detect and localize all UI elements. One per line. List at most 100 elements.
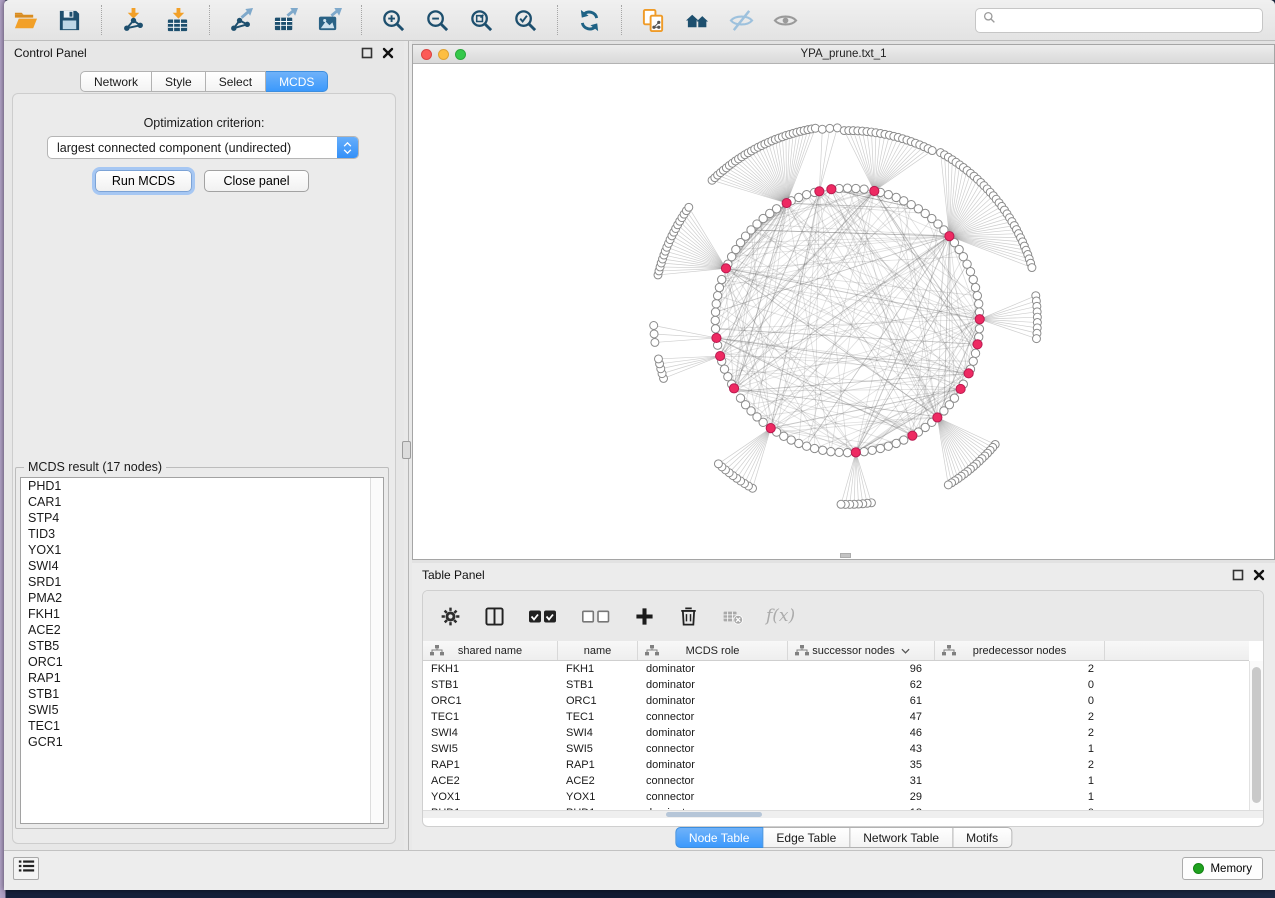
table-header-row: shared namenameMCDS rolesuccessor nodesp… (423, 641, 1249, 661)
show-panels-button[interactable] (13, 857, 39, 880)
tab-mcds[interactable]: MCDS (266, 71, 328, 92)
zoom-out-icon[interactable] (424, 7, 451, 34)
result-scrollbar[interactable] (370, 478, 383, 823)
first-neighbors-icon[interactable] (684, 7, 711, 34)
table-vscrollbar[interactable] (1249, 661, 1263, 810)
table-row[interactable]: SWI4SWI4dominator462 (423, 725, 1249, 741)
column-header-shared-name[interactable]: shared name (423, 641, 558, 660)
table-panel-tabs: Node TableEdge TableNetwork TableMotifs (675, 827, 1012, 848)
mcds-result-item[interactable]: ACE2 (21, 622, 383, 638)
tab-network[interactable]: Network (80, 71, 152, 92)
search-field[interactable] (975, 8, 1263, 33)
memory-button[interactable]: Memory (1182, 857, 1263, 880)
column-header-name[interactable]: name (558, 641, 638, 660)
show-all-icon[interactable] (772, 7, 799, 34)
mcds-result-list[interactable]: PHD1CAR1STP4TID3YOX1SWI4SRD1PMA2FKH1ACE2… (20, 477, 384, 824)
import-table-icon[interactable] (164, 7, 191, 34)
mcds-result-item[interactable]: TEC1 (21, 718, 383, 734)
export-image-icon[interactable] (316, 7, 343, 34)
mcds-result-item[interactable]: STB5 (21, 638, 383, 654)
refresh-icon[interactable] (576, 7, 603, 34)
mcds-result-item[interactable]: CAR1 (21, 494, 383, 510)
network-canvas[interactable] (413, 64, 1274, 559)
table-row[interactable]: FKH1FKH1dominator962 (423, 661, 1249, 677)
mcds-result-item[interactable]: SRD1 (21, 574, 383, 590)
show-columns-icon[interactable] (484, 606, 505, 627)
column-header-MCDS-role[interactable]: MCDS role (638, 641, 788, 660)
cell-predecessor-nodes: 1 (935, 743, 1105, 755)
toolbar-separator (209, 5, 210, 35)
optimization-criterion-select[interactable]: largest connected component (undirected) (47, 136, 359, 159)
tab-motifs[interactable]: Motifs (953, 827, 1012, 848)
run-mcds-button[interactable]: Run MCDS (95, 170, 192, 192)
select-all-icon[interactable] (528, 608, 558, 625)
mcds-result-item[interactable]: YOX1 (21, 542, 383, 558)
mcds-result-item[interactable]: TID3 (21, 526, 383, 542)
zoom-fit-icon[interactable] (468, 7, 495, 34)
network-hscroll-thumb[interactable] (840, 553, 851, 558)
mcds-result-item[interactable]: STP4 (21, 510, 383, 526)
tab-node-table[interactable]: Node Table (675, 827, 764, 848)
table-row[interactable]: STB1STB1dominator620 (423, 677, 1249, 693)
float-panel-icon[interactable] (1232, 569, 1244, 581)
export-network-icon[interactable] (228, 7, 255, 34)
table-row[interactable]: ORC1ORC1dominator610 (423, 693, 1249, 709)
import-network-icon[interactable] (120, 7, 147, 34)
export-table-icon[interactable] (272, 7, 299, 34)
table-row[interactable]: SWI5SWI5connector431 (423, 741, 1249, 757)
mcds-tab-content: Optimization criterion: largest connecte… (12, 93, 396, 844)
tab-network-table[interactable]: Network Table (850, 827, 953, 848)
mcds-result-item[interactable]: SWI5 (21, 702, 383, 718)
close-panel-button[interactable]: Close panel (204, 170, 309, 192)
column-header-filler (1105, 641, 1249, 660)
column-header-successor-nodes[interactable]: successor nodes (788, 641, 935, 660)
mcds-result-item[interactable]: PMA2 (21, 590, 383, 606)
duplicate-network-icon[interactable] (640, 7, 667, 34)
mcds-result-item[interactable]: PHD1 (21, 478, 383, 494)
cell-successor-nodes: 61 (788, 695, 935, 707)
cell-name: FKH1 (558, 663, 638, 675)
cell-mcds-role: dominator (638, 663, 788, 675)
table-hscrollbar[interactable] (423, 810, 1263, 818)
zoom-in-icon[interactable] (380, 7, 407, 34)
network-window-titlebar[interactable]: YPA_prune.txt_1 (413, 45, 1274, 64)
network-graph[interactable] (413, 64, 1274, 559)
table-row[interactable]: TEC1TEC1connector472 (423, 709, 1249, 725)
tab-select[interactable]: Select (206, 71, 266, 92)
search-input[interactable] (1001, 13, 1255, 27)
float-panel-icon[interactable] (361, 47, 373, 59)
table-settings-icon[interactable] (440, 606, 461, 627)
close-panel-icon[interactable] (1253, 569, 1265, 581)
deselect-all-icon[interactable] (581, 608, 611, 625)
status-bar: Memory (4, 850, 1275, 890)
delete-column-icon[interactable] (678, 606, 699, 627)
zoom-selected-icon[interactable] (512, 7, 539, 34)
mcds-result-item[interactable]: GCR1 (21, 734, 383, 750)
table-panel-header: Table Panel (412, 563, 1275, 587)
hide-selected-icon[interactable] (728, 7, 755, 34)
control-panel-header: Control Panel (4, 41, 404, 65)
save-icon[interactable] (56, 7, 83, 34)
table-row[interactable]: RAP1RAP1dominator352 (423, 757, 1249, 773)
column-header-predecessor-nodes[interactable]: predecessor nodes (935, 641, 1105, 660)
sort-icon[interactable] (901, 648, 910, 654)
mcds-result-item[interactable]: SWI4 (21, 558, 383, 574)
tab-style[interactable]: Style (152, 71, 206, 92)
table-row[interactable]: ACE2ACE2connector311 (423, 773, 1249, 789)
tab-edge-table[interactable]: Edge Table (763, 827, 850, 848)
open-file-icon[interactable] (12, 7, 39, 34)
panel-divider-handle[interactable] (402, 441, 411, 459)
table-vscroll-thumb[interactable] (1252, 667, 1261, 803)
mcds-result-item[interactable]: STB1 (21, 686, 383, 702)
cell-mcds-role: connector (638, 775, 788, 787)
cell-mcds-role: connector (638, 711, 788, 723)
main-toolbar (4, 0, 1275, 41)
toolbar-separator (557, 5, 558, 35)
mcds-result-item[interactable]: RAP1 (21, 670, 383, 686)
close-panel-icon[interactable] (382, 47, 394, 59)
add-column-icon[interactable] (634, 606, 655, 627)
table-row[interactable]: YOX1YOX1connector291 (423, 789, 1249, 805)
mcds-result-item[interactable]: FKH1 (21, 606, 383, 622)
mcds-result-item[interactable]: ORC1 (21, 654, 383, 670)
table-hscroll-thumb[interactable] (666, 812, 762, 817)
